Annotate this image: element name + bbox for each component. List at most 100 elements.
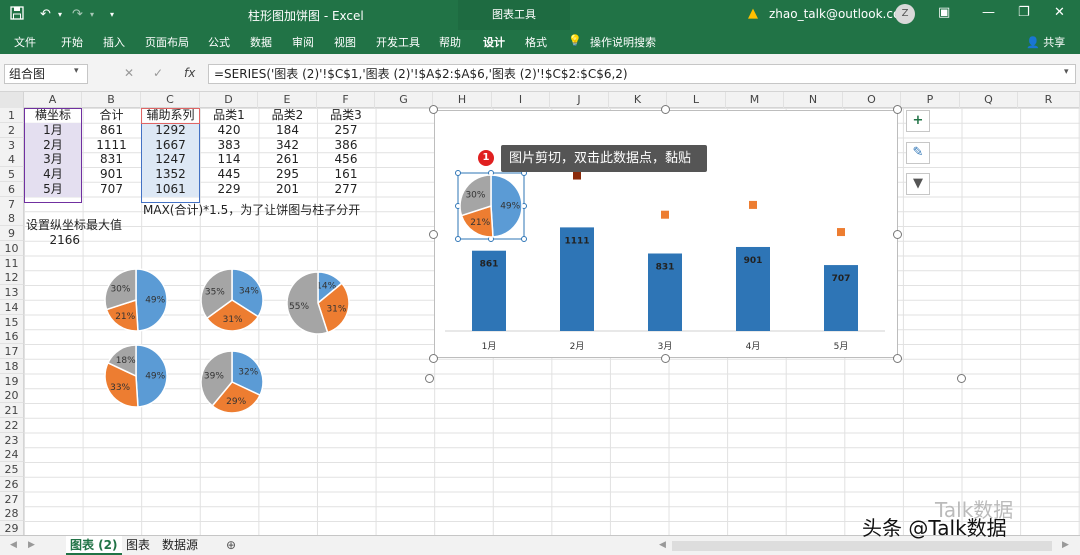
row-header[interactable]: 18 xyxy=(0,358,24,374)
col-header-q[interactable]: Q xyxy=(960,92,1018,108)
resize-handle-tm[interactable] xyxy=(661,105,670,114)
row-header[interactable]: 17 xyxy=(0,344,24,359)
col-header-e[interactable]: E xyxy=(258,92,317,108)
sheet-tab-chart[interactable]: 图表 xyxy=(122,536,154,555)
table-cell[interactable]: 445 xyxy=(200,167,258,182)
table-cell[interactable]: 386 xyxy=(317,138,375,153)
row-header[interactable]: 20 xyxy=(0,388,24,404)
row-header[interactable]: 25 xyxy=(0,462,24,477)
table-cell[interactable]: 229 xyxy=(200,182,258,197)
lightbulb-icon[interactable]: 💡 xyxy=(568,34,582,47)
scroll-right-icon[interactable]: ▶ xyxy=(24,536,39,555)
resize-handle-outer-br[interactable] xyxy=(957,374,966,383)
col-header-g[interactable]: G xyxy=(375,92,433,108)
sheet-tab-chart2[interactable]: 图表 (2) xyxy=(66,536,122,555)
row-header[interactable]: 1 xyxy=(0,108,24,123)
row-header[interactable]: 29 xyxy=(0,521,24,535)
add-sheet-icon[interactable]: ⊕ xyxy=(222,536,240,555)
row-header[interactable]: 2 xyxy=(0,122,24,138)
table-cell[interactable]: 1352 xyxy=(141,167,200,182)
user-account[interactable]: zhao_talk@outlook.com xyxy=(769,7,912,21)
select-all-corner[interactable] xyxy=(0,92,24,108)
table-cell[interactable]: 861 xyxy=(82,123,141,138)
marker-point[interactable] xyxy=(661,210,669,219)
chart-elements-button[interactable]: + xyxy=(906,110,930,132)
table-cell[interactable]: 707 xyxy=(82,182,141,197)
tab-design[interactable]: 设计 xyxy=(483,34,505,50)
col-header-i[interactable]: I xyxy=(492,92,550,108)
table-cell[interactable]: 1292 xyxy=(141,122,200,138)
row-header[interactable]: 26 xyxy=(0,476,24,492)
table-cell[interactable]: 161 xyxy=(317,167,375,182)
table-cell[interactable]: 1667 xyxy=(141,137,200,153)
tab-page-layout[interactable]: 页面布局 xyxy=(145,34,189,50)
chart-styles-button[interactable]: ✎ xyxy=(906,142,930,164)
avatar[interactable]: Z xyxy=(895,4,915,24)
ribbon-display-icon[interactable]: ▣ xyxy=(938,5,950,20)
resize-handle-br[interactable] xyxy=(893,354,902,363)
tab-formulas[interactable]: 公式 xyxy=(208,34,230,50)
row-header[interactable]: 21 xyxy=(0,403,24,418)
table-cell[interactable]: 383 xyxy=(200,138,258,153)
table-cell[interactable]: 257 xyxy=(317,123,375,138)
col-header-d[interactable]: D xyxy=(200,92,258,108)
name-box-dropdown-icon[interactable]: ▾ xyxy=(74,66,79,76)
pie-selection-handle[interactable] xyxy=(455,236,461,242)
col-header-r[interactable]: R xyxy=(1018,92,1080,108)
row-header[interactable]: 27 xyxy=(0,491,24,507)
scroll-left-icon[interactable]: ◀ xyxy=(6,536,21,555)
tab-home[interactable]: 开始 xyxy=(61,34,83,50)
row-header[interactable]: 23 xyxy=(0,432,24,448)
row-header[interactable]: 11 xyxy=(0,255,24,271)
table-cell[interactable]: 114 xyxy=(200,152,258,167)
col-header-l[interactable]: L xyxy=(667,92,726,108)
col-header-o[interactable]: O xyxy=(843,92,901,108)
tab-insert[interactable]: 插入 xyxy=(103,34,125,50)
col-header-c[interactable]: C xyxy=(141,92,200,108)
resize-handle-tr[interactable] xyxy=(893,105,902,114)
row-header[interactable]: 12 xyxy=(0,270,24,286)
tab-file[interactable]: 文件 xyxy=(14,34,36,50)
cell-b1[interactable]: 合计 xyxy=(82,108,141,123)
pie-selection-handle[interactable] xyxy=(455,170,461,176)
tab-developer[interactable]: 开发工具 xyxy=(376,34,420,50)
resize-handle-mr[interactable] xyxy=(893,230,902,239)
cancel-icon[interactable]: ✕ xyxy=(124,66,134,80)
cell-f1[interactable]: 品类3 xyxy=(317,108,375,123)
cell-a8-note[interactable]: 设置纵坐标最大值 xyxy=(26,218,122,233)
row-header[interactable]: 22 xyxy=(0,417,24,433)
table-cell[interactable]: 1247 xyxy=(141,152,200,168)
redo-dropdown-icon[interactable]: ▾ xyxy=(90,6,94,24)
table-cell[interactable]: 1061 xyxy=(141,181,200,197)
table-cell[interactable]: 3月 xyxy=(24,152,82,168)
row-header[interactable]: 5 xyxy=(0,167,24,182)
table-cell[interactable]: 4月 xyxy=(24,167,82,182)
table-cell[interactable]: 184 xyxy=(258,123,317,138)
tab-format[interactable]: 格式 xyxy=(525,34,547,50)
cell-c1[interactable]: 辅助系列 xyxy=(141,108,200,123)
table-cell[interactable]: 1111 xyxy=(82,138,141,153)
chart-filters-button[interactable]: ▼ xyxy=(906,173,930,195)
row-header[interactable]: 19 xyxy=(0,373,24,389)
row-header[interactable]: 6 xyxy=(0,181,24,197)
cell-a1[interactable]: 横坐标 xyxy=(24,108,82,123)
tab-review[interactable]: 审阅 xyxy=(292,34,314,50)
minimize-icon[interactable]: — xyxy=(982,5,995,20)
resize-handle-bm[interactable] xyxy=(661,354,670,363)
confirm-icon[interactable]: ✓ xyxy=(153,66,163,80)
tab-data[interactable]: 数据 xyxy=(250,34,272,50)
table-cell[interactable]: 5月 xyxy=(24,181,82,197)
tell-me-search[interactable]: 操作说明搜索 xyxy=(590,34,656,50)
resize-handle-bl[interactable] xyxy=(429,354,438,363)
tab-view[interactable]: 视图 xyxy=(334,34,356,50)
table-cell[interactable]: 831 xyxy=(82,152,141,167)
row-header[interactable]: 24 xyxy=(0,447,24,463)
sheet-tab-datasource[interactable]: 数据源 xyxy=(158,536,202,555)
save-icon[interactable] xyxy=(10,6,24,26)
customize-toolbar-icon[interactable]: ▾ xyxy=(110,6,114,24)
col-header-a[interactable]: A xyxy=(24,92,82,108)
table-cell[interactable]: 1月 xyxy=(24,122,82,138)
row-header[interactable]: 16 xyxy=(0,329,24,345)
row-header[interactable]: 3 xyxy=(0,137,24,153)
row-header[interactable]: 13 xyxy=(0,285,24,300)
